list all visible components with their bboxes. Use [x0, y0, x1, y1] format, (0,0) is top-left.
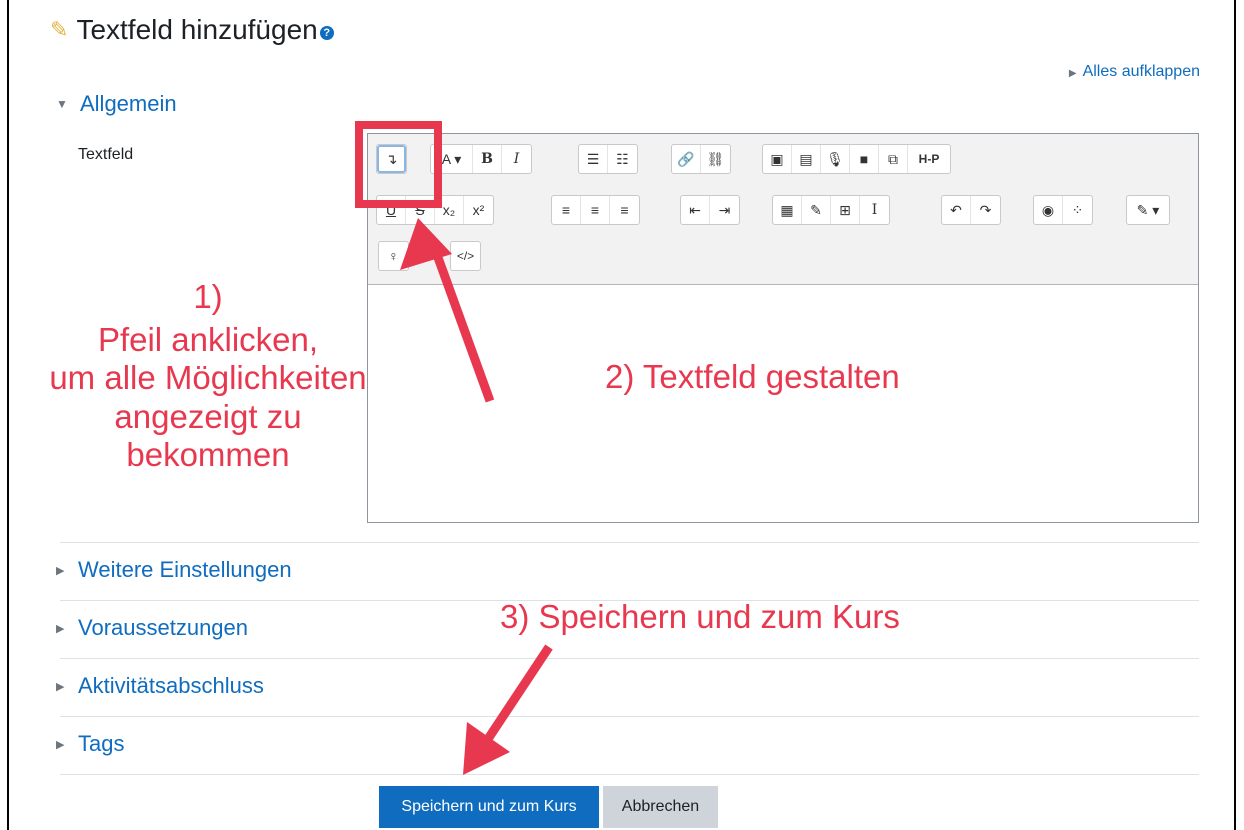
annotation-arrow-3-head	[463, 722, 510, 775]
annotation-arrow-3-shaft	[480, 644, 553, 748]
annotation-arrows	[400, 218, 553, 775]
annotation-arrow-1-shaft	[431, 250, 495, 403]
